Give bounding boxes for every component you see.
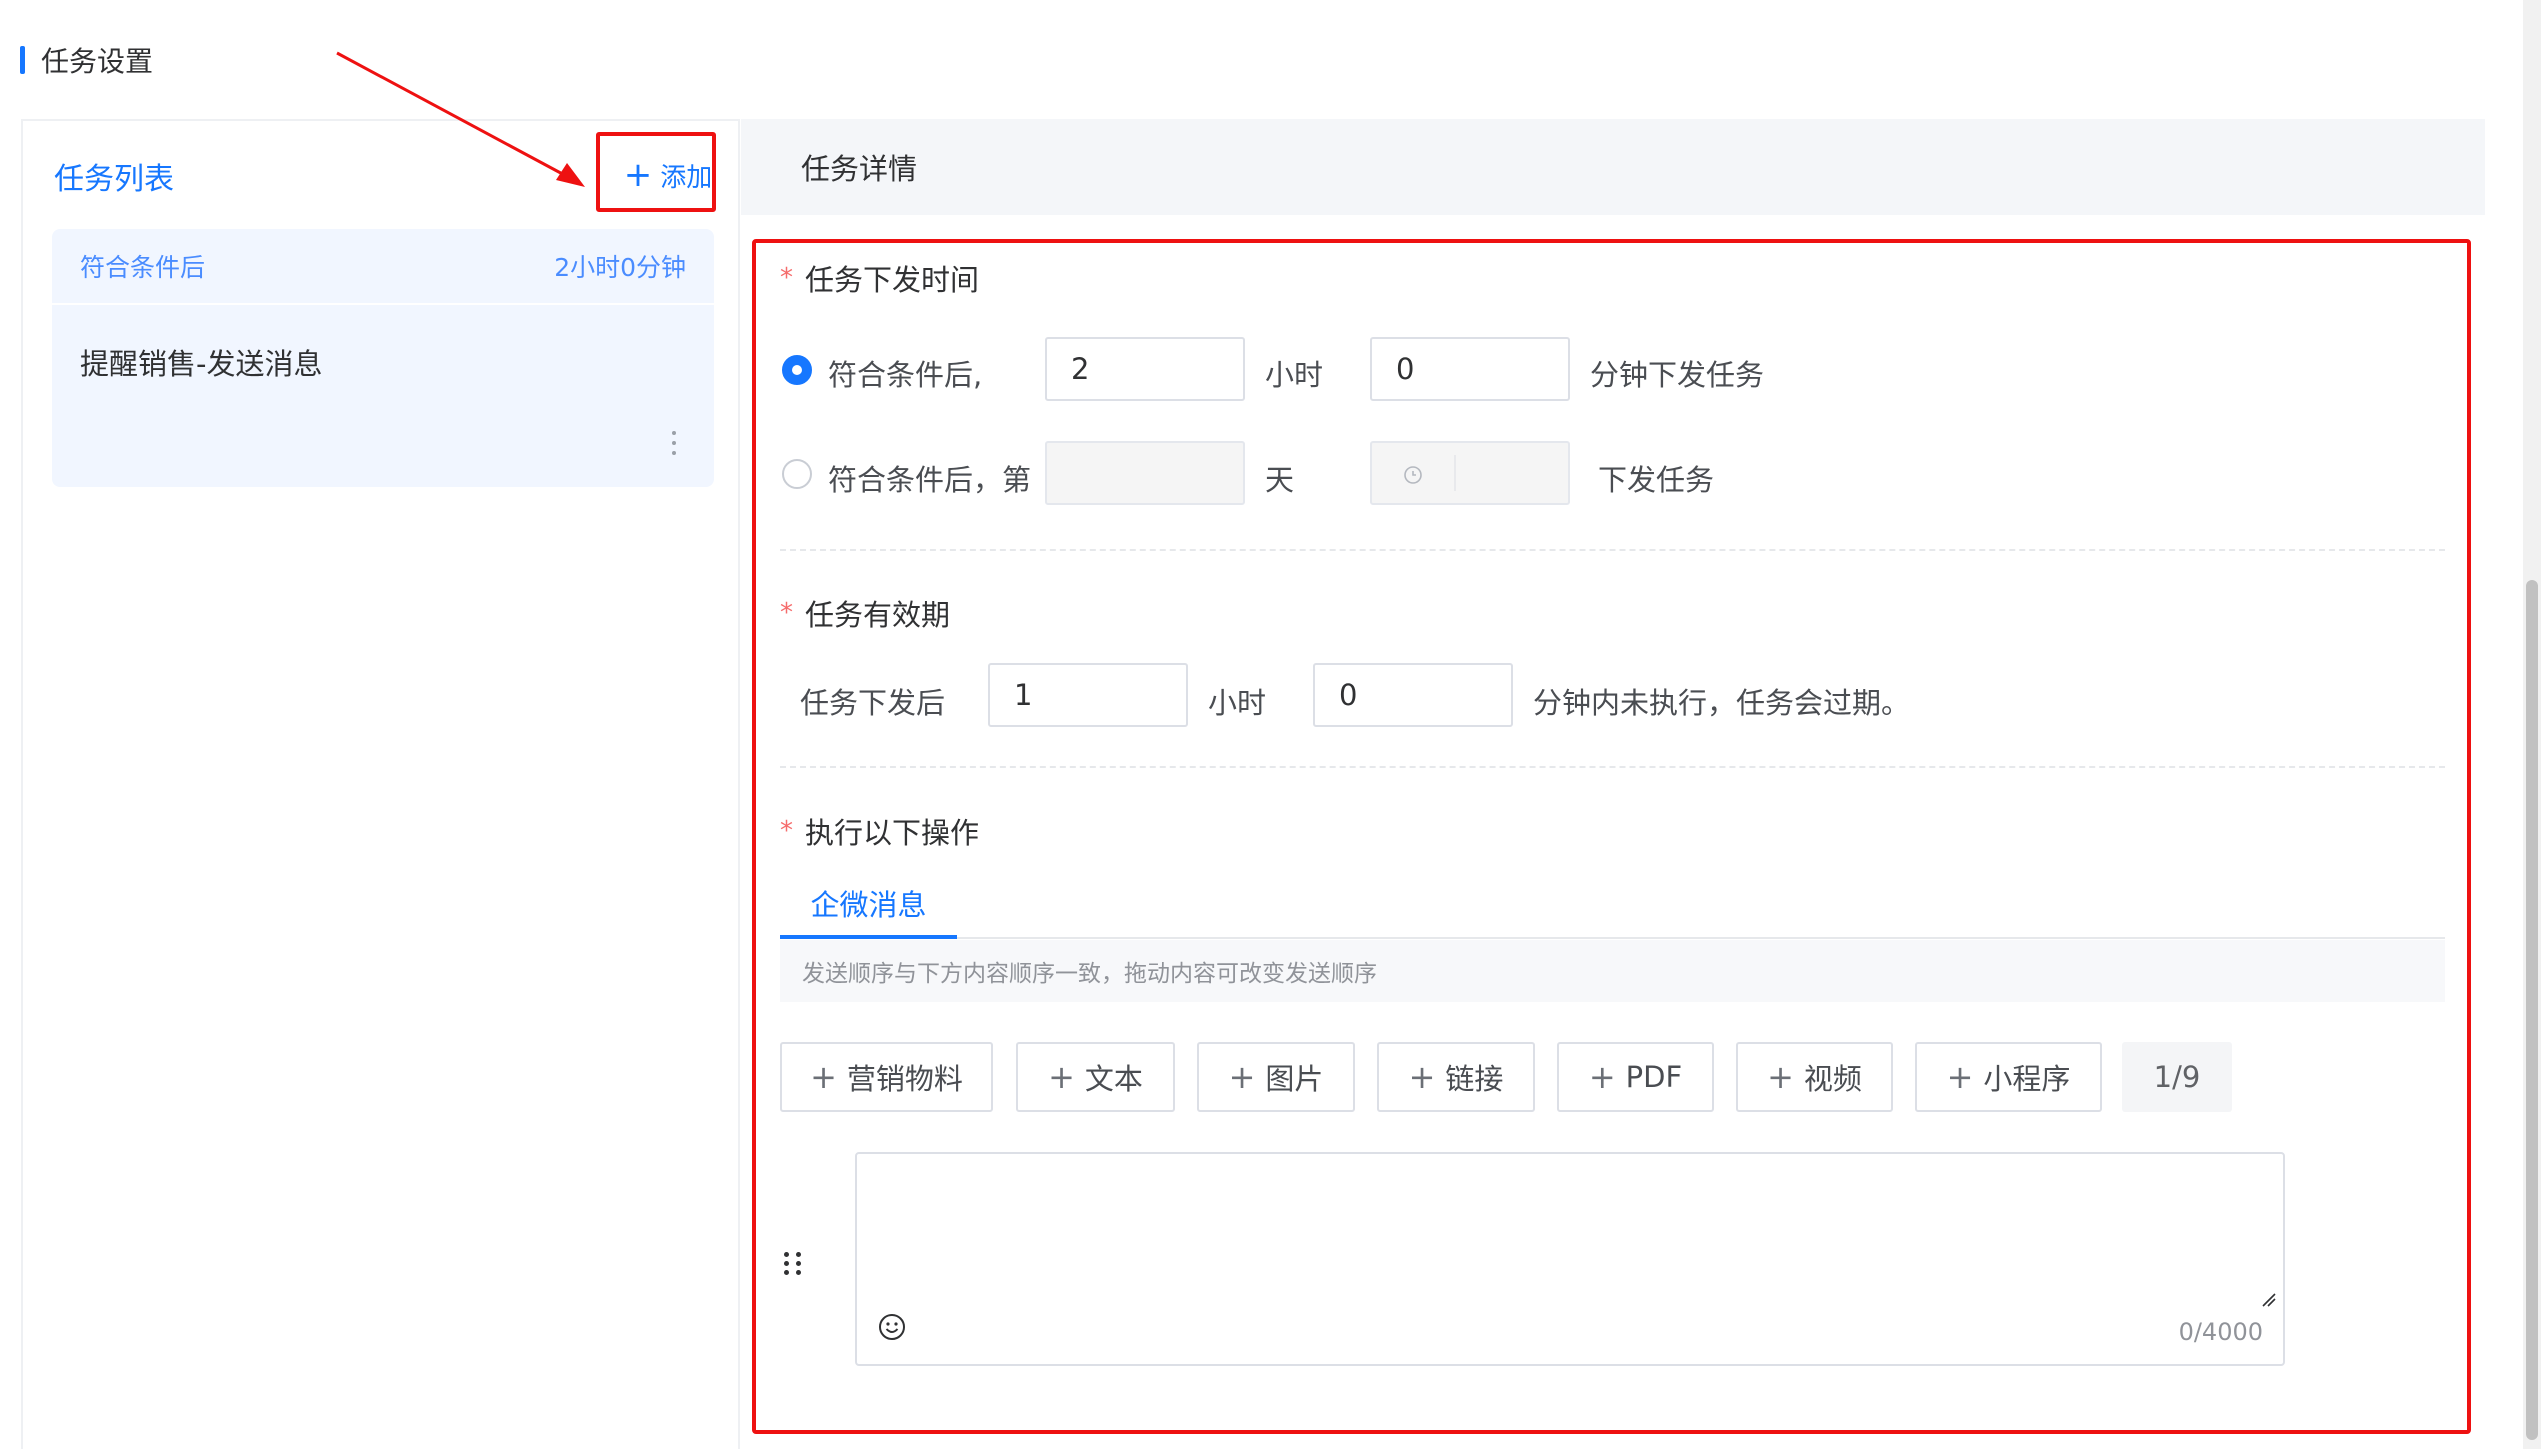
dispatch-hours-input[interactable] [1045,337,1245,401]
dispatch-minutes-input[interactable] [1370,337,1570,401]
message-textarea[interactable]: 0/4000 [855,1152,2285,1366]
dispatch-option-day-radio[interactable] [782,459,812,489]
plus-icon: + [810,1058,837,1096]
plus-icon: + [1767,1058,1794,1096]
dispatch-hours-unit: 小时 [1265,358,1324,392]
dispatch-option2-prefix: 符合条件后，第 [828,463,1032,497]
validity-minutes-input[interactable] [1313,663,1513,727]
dispatch-option-relative-radio[interactable] [782,355,812,385]
tab-wecom-message[interactable]: 企微消息 [780,868,957,938]
add-marketing-material-button[interactable]: + 营销物料 [780,1042,993,1112]
plus-icon: + [1408,1058,1436,1096]
add-pdf-button[interactable]: + PDF [1557,1042,1714,1112]
section-divider [780,549,2445,551]
dispatch-time-picker[interactable] [1370,441,1570,505]
required-mark: * [780,816,793,846]
dispatch-time-label: * 任务下发时间 [780,257,979,299]
task-detail-title: 任务详情 [801,152,918,186]
active-tab-indicator [780,935,957,939]
add-mini-program-button[interactable]: + 小程序 [1915,1042,2102,1112]
task-detail-header: 任务详情 [741,119,2485,215]
scrollbar-thumb[interactable] [2526,580,2538,1440]
dispatch-option2-suffix: 下发任务 [1598,463,1715,497]
add-video-button[interactable]: + 视频 [1736,1042,1893,1112]
section-divider [780,766,2445,768]
send-order-hint: 发送顺序与下方内容顺序一致，拖动内容可改变发送顺序 [780,940,2445,1002]
plus-icon: + [1228,1058,1256,1096]
tabs-baseline [780,937,2445,939]
button-label: 小程序 [1983,1062,2071,1096]
page-scrollbar[interactable] [2523,0,2541,1449]
add-image-button[interactable]: + 图片 [1197,1042,1355,1112]
validity-suffix: 分钟内未执行，任务会过期。 [1533,686,1911,720]
validity-label-text: 任务有效期 [805,598,951,632]
button-label: 视频 [1803,1062,1862,1096]
button-label: 图片 [1265,1062,1324,1096]
validity-hours-input[interactable] [988,663,1188,727]
plus-icon: + [1588,1058,1616,1096]
clock-icon [1404,466,1422,484]
button-label: 营销物料 [846,1062,963,1096]
dispatch-day-unit: 天 [1265,463,1295,497]
validity-label: * 任务有效期 [780,592,950,634]
button-label: PDF [1625,1060,1683,1094]
dispatch-time-label-text: 任务下发时间 [805,263,980,297]
char-counter: 0/4000 [2178,1318,2263,1346]
validity-hours-unit: 小时 [1208,686,1267,720]
dispatch-option1-suffix: 分钟下发任务 [1590,358,1765,392]
button-label: 链接 [1445,1062,1504,1096]
time-picker-divider [1454,455,1456,491]
plus-icon: + [1048,1058,1075,1096]
resize-handle-icon[interactable] [2261,1292,2277,1308]
plus-icon: + [1946,1058,1974,1096]
add-text-button[interactable]: + 文本 [1016,1042,1175,1112]
actions-label-text: 执行以下操作 [805,816,980,850]
dispatch-option1-prefix: 符合条件后, [828,358,983,392]
emoji-icon[interactable] [877,1312,907,1342]
dispatch-day-input[interactable] [1045,441,1245,505]
drag-handle-icon[interactable] [784,1252,802,1276]
required-mark: * [780,263,793,293]
content-count: 1/9 [2122,1042,2232,1112]
validity-prefix: 任务下发后 [800,686,946,720]
required-mark: * [780,598,793,628]
add-link-button[interactable]: + 链接 [1377,1042,1535,1112]
button-label: 文本 [1084,1062,1143,1096]
page: 任务设置 任务列表 + 添加 符合条件后 2小时0分钟 提醒销售-发送消息 任务… [0,0,2541,1449]
actions-label: * 执行以下操作 [780,810,979,852]
